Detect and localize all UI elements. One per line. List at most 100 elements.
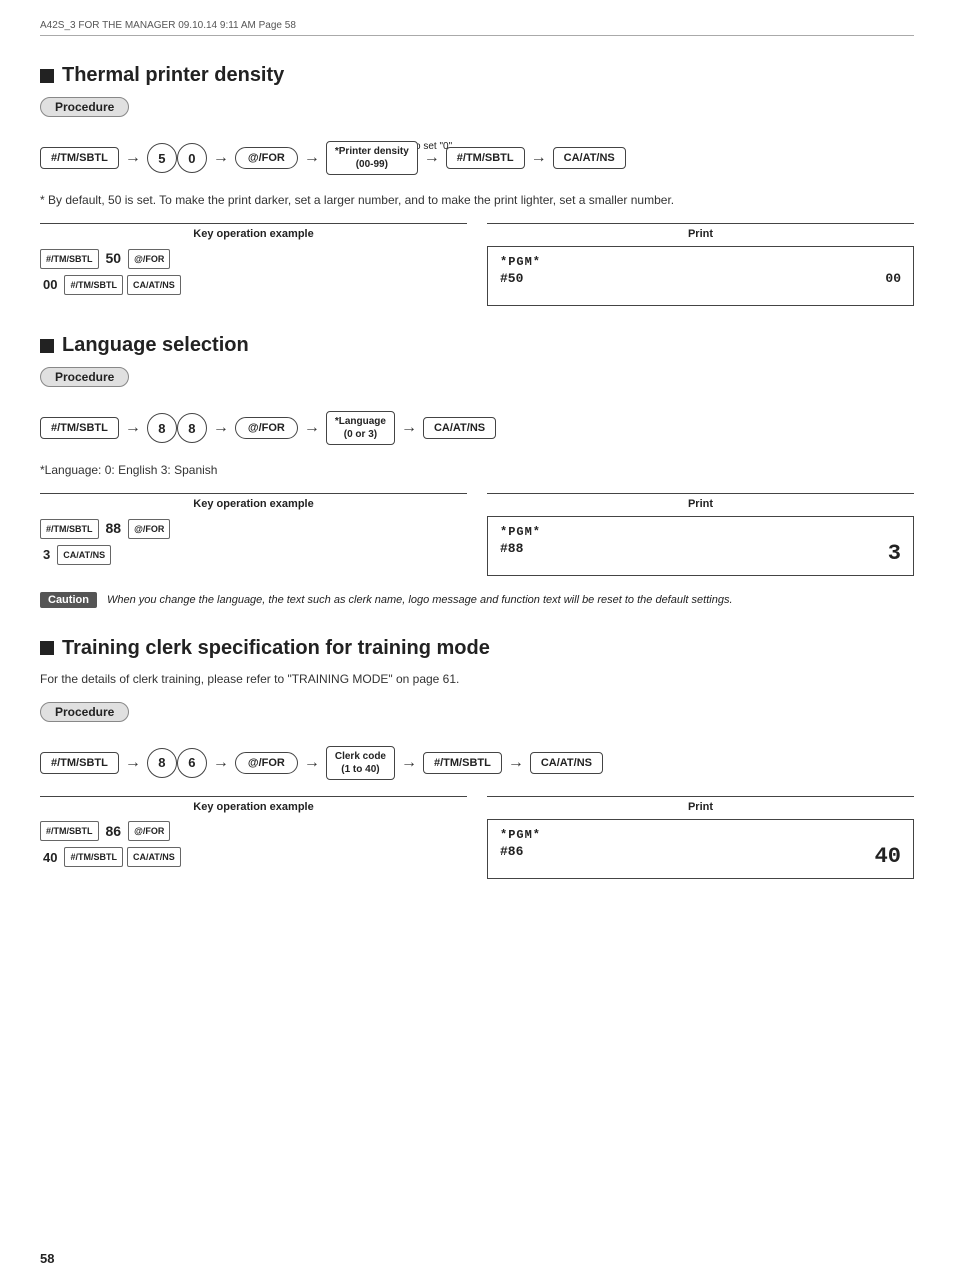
title-square-icon-2 [40,339,54,353]
key-num-00: 00 [43,273,57,296]
lang-key-3: 3 [43,543,50,566]
language-example-area: Key operation example #/TM/SBTL 88 @/FOR… [40,493,914,576]
arrow-1: → [125,149,141,167]
flow-training: To cancel #/TM/SBTL → 8 6 → @/FOR → Cler… [40,746,914,780]
flow-caatns-lang: CA/AT/NS [423,417,496,439]
circle-pair-86: 8 6 [147,748,207,778]
arrow-lang-2: → [213,419,229,437]
training-print-area: *PGM* #86 40 [487,819,914,879]
training-example-area: Key operation example #/TM/SBTL 86 @/FOR… [40,796,914,879]
arrow-3: → [304,149,320,167]
key-caatns-1: CA/AT/NS [127,275,181,295]
circle-pair-50: 5 0 [147,143,207,173]
language-key-content: #/TM/SBTL 88 @/FOR 3 CA/AT/NS [40,516,467,567]
key-row-1: #/TM/SBTL 50 @/FOR [40,246,467,271]
flow-language: To set "0" #/TM/SBTL → 8 8 → @/FOR → *La… [40,411,914,445]
procedure-badge-thermal: Procedure [40,97,129,117]
thermal-print-area: *PGM* #50 00 [487,246,914,306]
title-square-icon-3 [40,641,54,655]
section-title-thermal: Thermal printer density [40,64,914,87]
arrow-lang-3: → [304,419,320,437]
flow-tm-sbtl-1: #/TM/SBTL [40,147,119,169]
thermal-key-example: Key operation example #/TM/SBTL 50 @/FOR… [40,223,467,306]
lang-key-for: @/FOR [128,519,170,539]
flow-for-train: @/FOR [235,752,298,774]
train-key-tmsbtl: #/TM/SBTL [40,821,99,841]
circle-pair-88: 8 8 [147,413,207,443]
arrow-lang-4: → [401,419,417,437]
language-note: *Language: 0: English 3: Spanish [40,461,914,479]
lang-key-tmsbtl: #/TM/SBTL [40,519,99,539]
lang-key-row-2: 3 CA/AT/NS [40,543,467,566]
train-key-40: 40 [43,846,57,869]
clerk-code-box: Clerk code(1 to 40) [326,746,395,780]
procedure-badge-language: Procedure [40,367,129,387]
procedure-badge-training: Procedure [40,702,129,722]
thermal-print-line1: *PGM* [500,255,901,269]
train-key-row-1: #/TM/SBTL 86 @/FOR [40,819,467,844]
thermal-key-content: #/TM/SBTL 50 @/FOR 00 #/TM/SBTL CA/AT/NS [40,246,467,297]
lang-key-88: 88 [106,516,122,541]
flow-caatns-train: CA/AT/NS [530,752,603,774]
arrow-lang-1: → [125,419,141,437]
circle-0: 0 [177,143,207,173]
section-language: Language selection Procedure To set "0" … [40,334,914,609]
key-tmsbtl-2: #/TM/SBTL [64,275,123,295]
flow-for-lang: @/FOR [235,417,298,439]
flow-for-1: @/FOR [235,147,298,169]
key-tmsbtl-1: #/TM/SBTL [40,249,99,269]
language-print-example: Print *PGM* #88 3 [487,493,914,576]
training-key-example: Key operation example #/TM/SBTL 86 @/FOR… [40,796,467,879]
arrow-train-5: → [508,754,524,772]
section-training: Training clerk specification for trainin… [40,637,914,879]
title-square-icon [40,69,54,83]
circle-5: 5 [147,143,177,173]
language-print-area: *PGM* #88 3 [487,516,914,576]
training-print-example: Print *PGM* #86 40 [487,796,914,879]
training-print-line1: *PGM* [500,828,901,842]
flow-diagram-thermal: #/TM/SBTL → 5 0 → @/FOR → *Printer densi… [40,141,914,175]
section-title-language: Language selection [40,334,914,357]
lang-key-caatns: CA/AT/NS [57,545,111,565]
language-print-line1: *PGM* [500,525,901,539]
arrow-train-3: → [304,754,320,772]
flow-diagram-language: #/TM/SBTL → 8 8 → @/FOR → *Language(0 or… [40,411,914,445]
train-key-row-2: 40 #/TM/SBTL CA/AT/NS [40,846,467,869]
arrow-train-2: → [213,754,229,772]
section-thermal: Thermal printer density Procedure To set… [40,64,914,306]
lang-key-row-1: #/TM/SBTL 88 @/FOR [40,516,467,541]
lang-box: *Language(0 or 3) [326,411,395,445]
key-num-50: 50 [106,246,122,271]
key-for-1: @/FOR [128,249,170,269]
thermal-note: * By default, 50 is set. To make the pri… [40,191,914,209]
arrow-2: → [213,149,229,167]
train-key-caatns: CA/AT/NS [127,847,181,867]
circle-8t: 8 [147,748,177,778]
circle-8a: 8 [147,413,177,443]
arrow-4: → [424,149,440,167]
flow-ca-at-ns-1: CA/AT/NS [553,147,626,169]
training-key-content: #/TM/SBTL 86 @/FOR 40 #/TM/SBTL CA/AT/NS [40,819,467,870]
header-left: A42S_3 FOR THE MANAGER 09.10.14 9:11 AM … [40,20,296,31]
thermal-example-area: Key operation example #/TM/SBTL 50 @/FOR… [40,223,914,306]
flow-tmsbtl-train-2: #/TM/SBTL [423,752,502,774]
thermal-print-line2: #50 00 [500,271,901,286]
caution-box: Caution When you change the language, th… [40,592,914,609]
language-print-line2: #88 3 [500,541,901,566]
flow-printer-density: *Printer density(00-99) [326,141,418,175]
page-header: A42S_3 FOR THE MANAGER 09.10.14 9:11 AM … [40,20,914,36]
train-key-86: 86 [106,819,122,844]
language-key-example: Key operation example #/TM/SBTL 88 @/FOR… [40,493,467,576]
circle-8b: 8 [177,413,207,443]
caution-label: Caution [40,592,97,608]
training-subtitle: For the details of clerk training, pleas… [40,670,914,688]
train-key-for: @/FOR [128,821,170,841]
flow-tmsbtl-lang-1: #/TM/SBTL [40,417,119,439]
flow-thermal: To set "0" #/TM/SBTL → 5 0 → @/FOR → *Pr… [40,141,914,175]
train-key-tmsbtl2: #/TM/SBTL [64,847,123,867]
arrow-5: → [531,149,547,167]
section-title-training: Training clerk specification for trainin… [40,637,914,660]
arrow-train-4: → [401,754,417,772]
flow-tmsbtl-train-1: #/TM/SBTL [40,752,119,774]
density-box: *Printer density(00-99) [326,141,418,175]
